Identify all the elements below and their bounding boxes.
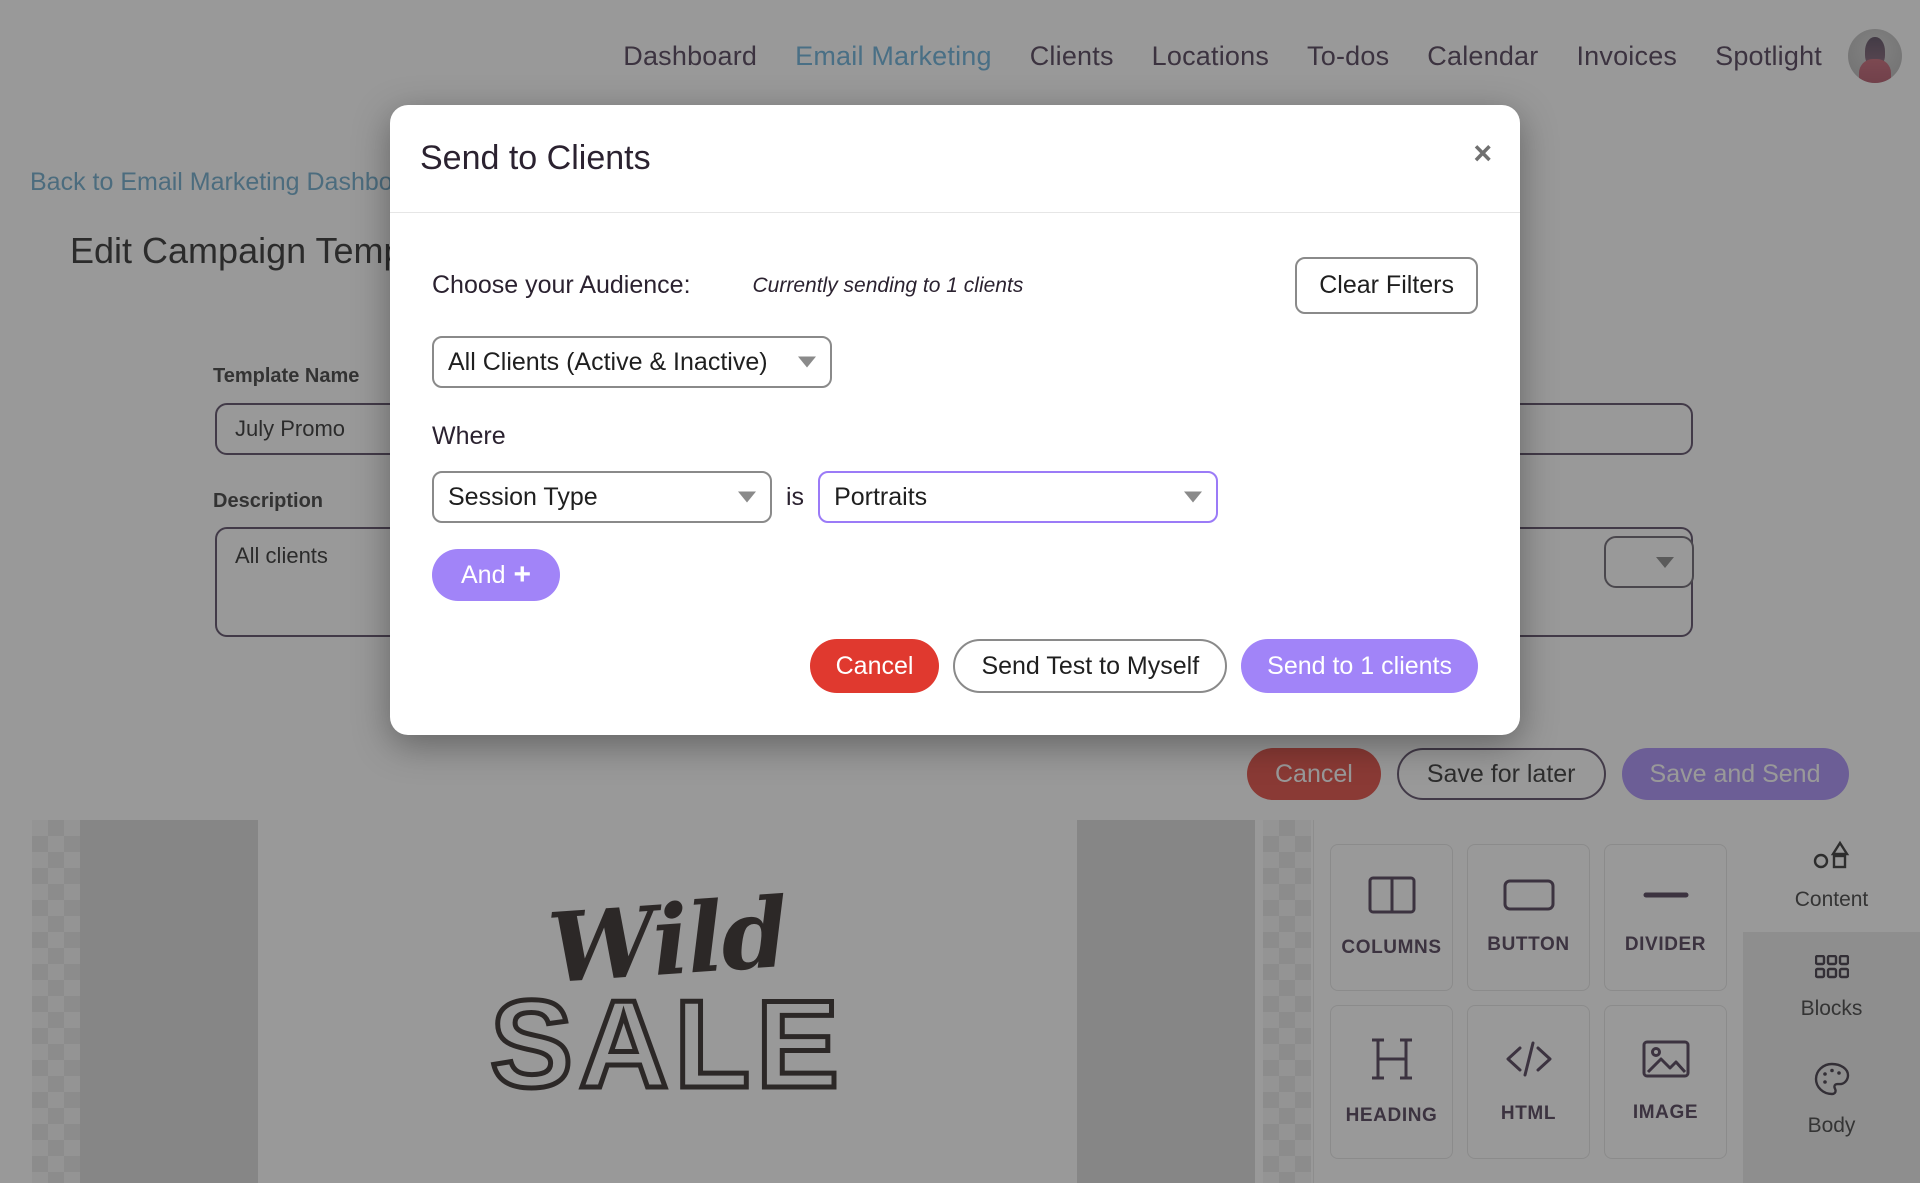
sending-count-note: Currently sending to 1 clients [752, 273, 1024, 297]
modal-body: Choose your Audience: Currently sending … [390, 213, 1520, 735]
modal-title: Send to Clients [420, 139, 651, 177]
chevron-down-icon [738, 491, 756, 503]
modal-action-bar: Cancel Send Test to Myself Send to 1 cli… [809, 639, 1478, 693]
add-and-condition-button[interactable]: And + [432, 549, 560, 601]
close-icon[interactable]: × [1473, 137, 1492, 169]
audience-select[interactable]: All Clients (Active & Inactive) [432, 336, 832, 388]
audience-label: Choose your Audience: [432, 271, 691, 299]
where-operator-label: is [786, 482, 805, 511]
and-button-label: And [460, 560, 506, 589]
send-test-to-myself-button[interactable]: Send Test to Myself [953, 639, 1228, 693]
send-to-clients-button[interactable]: Send to 1 clients [1241, 639, 1478, 693]
where-row: Session Type is Portraits [432, 471, 1478, 523]
where-field-value: Session Type [448, 482, 598, 511]
chevron-down-icon [1184, 491, 1203, 503]
chevron-down-icon [798, 356, 816, 368]
clear-filters-button[interactable]: Clear Filters [1295, 257, 1478, 314]
where-field-select[interactable]: Session Type [432, 471, 772, 523]
audience-select-value: All Clients (Active & Inactive) [448, 347, 768, 376]
send-to-clients-modal: Send to Clients × Choose your Audience: … [390, 105, 1520, 735]
where-value-text: Portraits [834, 482, 928, 511]
modal-cancel-button[interactable]: Cancel [809, 639, 940, 693]
where-label: Where [432, 422, 506, 450]
audience-row: Choose your Audience: Currently sending … [432, 257, 1478, 314]
where-value-select[interactable]: Portraits [818, 471, 1219, 523]
plus-icon: + [513, 558, 531, 591]
modal-header: Send to Clients × [390, 105, 1520, 213]
